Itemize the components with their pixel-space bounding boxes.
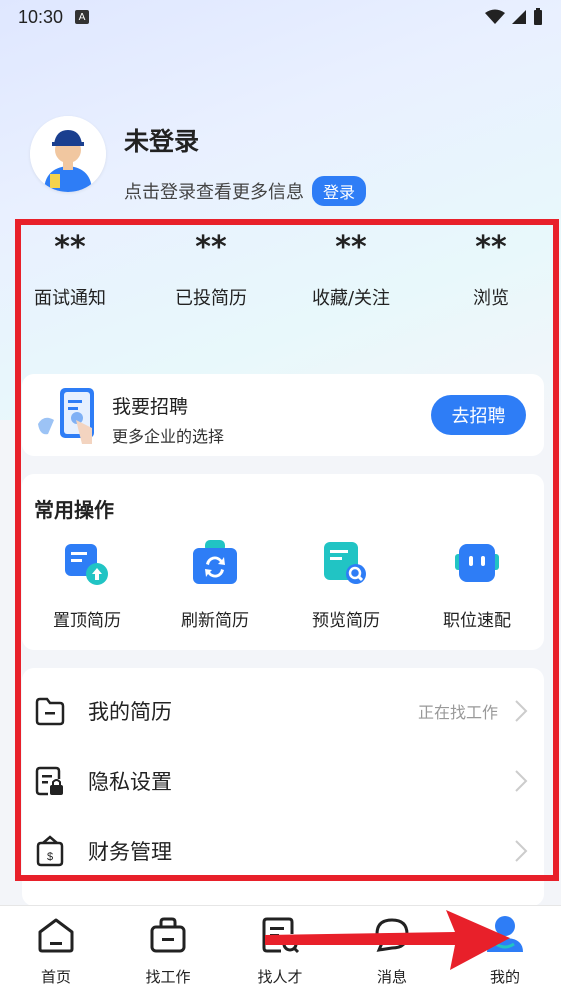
stat-label: 浏览 xyxy=(473,288,509,309)
tab-find-job[interactable]: 找工作 xyxy=(112,914,224,987)
op-label: 置顶简历 xyxy=(53,611,121,631)
message-icon xyxy=(375,918,409,952)
profile-subtitle: 点击登录查看更多信息 xyxy=(124,182,304,203)
profile-text: 未登录 点击登录查看更多信息 登录 xyxy=(124,116,367,206)
tab-label: 找人才 xyxy=(257,968,303,986)
op-label: 预览简历 xyxy=(312,611,380,631)
recruit-document-icon xyxy=(38,388,94,444)
op-preview-resume[interactable]: 预览简历 xyxy=(281,538,411,631)
wifi-icon xyxy=(485,9,505,24)
tab-mine[interactable]: 我的 xyxy=(449,914,561,987)
stat-views[interactable]: ** 浏览 xyxy=(421,228,561,310)
op-top-resume[interactable]: 置顶简历 xyxy=(22,538,152,631)
stats-row: ** 面试通知 ** 已投简历 ** 收藏/关注 ** 浏览 xyxy=(0,228,561,318)
recruit-subtitle: 更多企业的选择 xyxy=(112,427,225,446)
menu-item-my-resume[interactable]: 我的简历 正在找工作 xyxy=(22,676,544,746)
op-refresh-resume[interactable]: 刷新简历 xyxy=(150,538,280,631)
chevron-right-icon xyxy=(515,840,528,862)
menu-label: 隐私设置 xyxy=(88,770,172,794)
stat-applied[interactable]: ** 已投简历 xyxy=(141,228,281,310)
stat-label: 收藏/关注 xyxy=(311,288,391,309)
profile-name: 未登录 xyxy=(124,127,200,156)
avatar-worker-icon xyxy=(30,116,106,192)
tab-home[interactable]: 首页 xyxy=(0,914,112,987)
menu-label: 我的简历 xyxy=(88,700,172,724)
notification-a-icon: A xyxy=(75,10,90,24)
chevron-right-icon xyxy=(515,770,528,792)
status-icons xyxy=(485,8,543,26)
login-button[interactable]: 登录 xyxy=(312,176,367,206)
recruit-card[interactable]: 我要招聘 更多企业的选择 去招聘 xyxy=(22,374,544,456)
op-label: 职位速配 xyxy=(443,611,511,631)
stat-value: ** xyxy=(54,230,86,265)
preview-resume-icon xyxy=(324,542,366,584)
bottom-tab-bar: 首页 找工作 找人才 消息 我的 xyxy=(0,905,561,997)
chevron-right-icon xyxy=(515,700,528,722)
refresh-resume-icon xyxy=(193,540,237,584)
svg-text:$: $ xyxy=(47,851,53,863)
stat-value: ** xyxy=(475,230,507,265)
menu-list: 我的简历 正在找工作 隐私设置 $ 财务管理 xyxy=(22,668,544,906)
ops-title: 常用操作 xyxy=(34,498,114,522)
tab-messages[interactable]: 消息 xyxy=(336,914,448,987)
resume-top-icon xyxy=(65,544,108,585)
tab-find-talent[interactable]: 找人才 xyxy=(224,914,336,987)
menu-status: 正在找工作 xyxy=(417,703,498,722)
battery-icon xyxy=(534,8,542,25)
go-recruit-button[interactable]: 去招聘 xyxy=(431,395,526,435)
profile-subtitle-row: 点击登录查看更多信息 登录 xyxy=(124,176,367,206)
signal-icon xyxy=(512,10,526,24)
op-label: 刷新简历 xyxy=(181,611,249,631)
briefcase-icon xyxy=(150,917,186,953)
header-background xyxy=(0,0,561,420)
tab-label: 找工作 xyxy=(145,968,191,986)
stat-favorites[interactable]: ** 收藏/关注 xyxy=(281,228,421,310)
avatar[interactable] xyxy=(30,116,106,192)
wallet-icon: $ xyxy=(36,835,64,867)
stat-value: ** xyxy=(335,230,367,265)
privacy-lock-icon xyxy=(35,766,63,796)
tab-label: 首页 xyxy=(40,968,71,986)
tab-label: 我的 xyxy=(489,968,520,986)
job-match-icon xyxy=(455,544,499,582)
folder-icon xyxy=(35,697,65,726)
stat-interview[interactable]: ** 面试通知 xyxy=(0,228,140,310)
person-icon xyxy=(487,916,523,952)
op-job-match[interactable]: 职位速配 xyxy=(412,538,542,631)
recruit-title: 我要招聘 xyxy=(112,396,189,418)
stat-label: 面试通知 xyxy=(34,288,106,309)
talent-search-icon xyxy=(262,917,300,954)
stat-value: ** xyxy=(195,230,227,265)
menu-item-finance[interactable]: $ 财务管理 xyxy=(22,816,544,886)
status-time: 10:30 xyxy=(18,6,64,27)
menu-item-privacy[interactable]: 隐私设置 xyxy=(22,746,544,816)
stat-label: 已投简历 xyxy=(175,288,247,309)
common-operations-card: 常用操作 置顶简历 刷新简历 预览简历 职位速配 xyxy=(22,474,544,650)
status-bar: 10:30 A xyxy=(0,0,561,34)
home-icon xyxy=(38,918,74,953)
tab-label: 消息 xyxy=(376,968,407,986)
menu-label: 财务管理 xyxy=(88,840,172,864)
profile-section[interactable]: 未登录 点击登录查看更多信息 登录 xyxy=(30,116,367,206)
